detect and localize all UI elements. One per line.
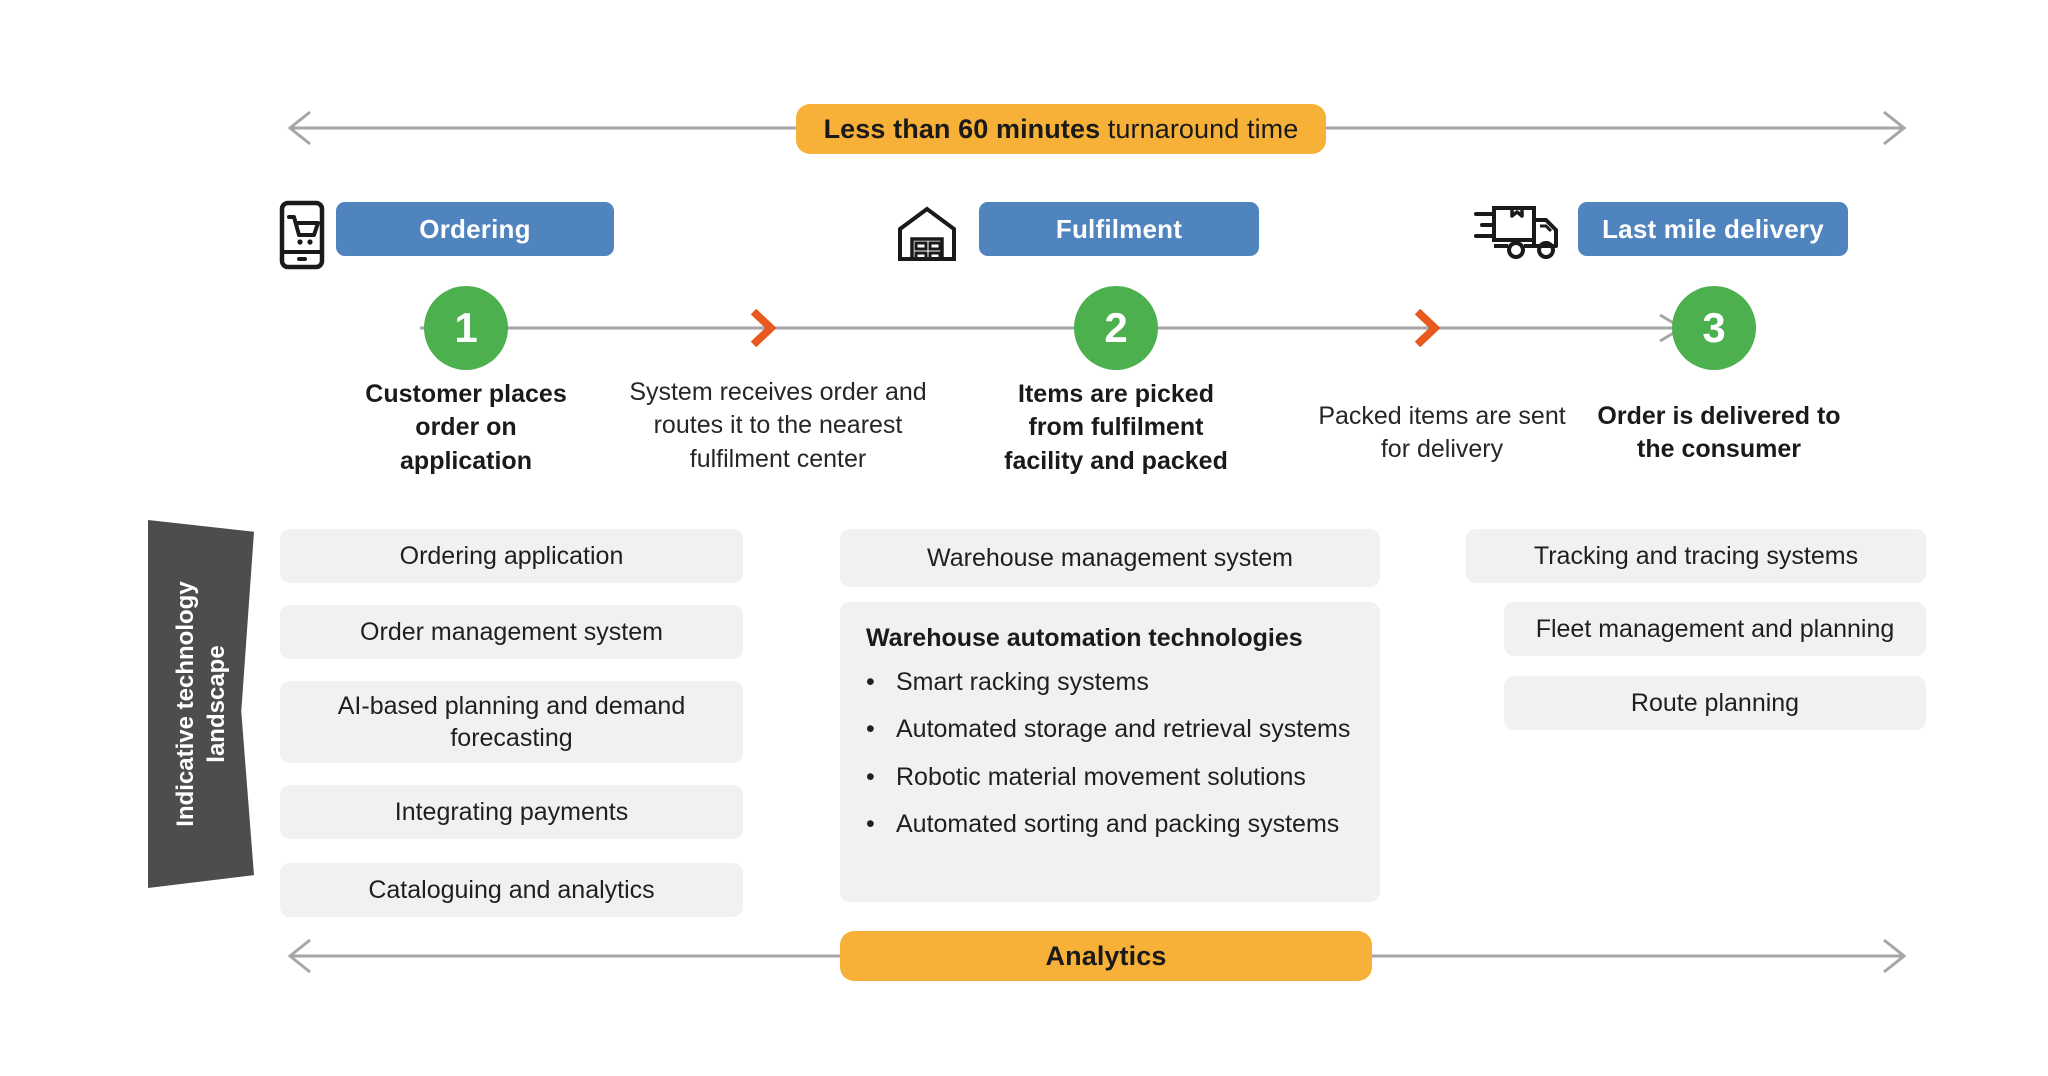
analytics-banner-label: Analytics	[1045, 940, 1167, 971]
step-circle-2[interactable]: 2	[1074, 286, 1158, 370]
warehouse-automation-bullet-3-label: Robotic material movement solutions	[896, 762, 1306, 791]
step-circle-1[interactable]: 1	[424, 286, 508, 370]
warehouse-automation-title: Warehouse automation technologies	[866, 624, 1303, 652]
indicative-technology-landscape-label: Indicative technology landscape	[171, 581, 230, 827]
tech-card-last-mile-3-label: Route planning	[1630, 688, 1800, 717]
step-number-3: 3	[1702, 304, 1726, 351]
tech-card-last-mile-1-label: Tracking and tracing systems	[1533, 541, 1859, 570]
tech-card-ordering-5[interactable]: Cataloguing and analytics	[280, 863, 743, 917]
tech-card-ordering-5-label: Cataloguing and analytics	[368, 875, 655, 904]
tech-card-last-mile-1[interactable]: Tracking and tracing systems	[1466, 529, 1926, 583]
tech-card-ordering-1[interactable]: Ordering application	[280, 529, 743, 583]
stage-pill-ordering[interactable]: Ordering	[336, 202, 614, 256]
process-flow-line	[420, 313, 1685, 343]
delivery-truck-icon	[1474, 206, 1558, 259]
step-number-1: 1	[454, 304, 478, 351]
connector-label-2: Packed items are sent for delivery	[1318, 402, 1566, 464]
tech-card-ordering-4[interactable]: Integrating payments	[280, 785, 743, 839]
stage-pill-ordering-label: Ordering	[419, 213, 531, 244]
warehouse-automation-bullet-2: • Automated storage and retrieval system…	[866, 714, 1354, 745]
mobile-cart-icon	[279, 200, 325, 270]
tech-card-last-mile-2-label: Fleet management and planning	[1535, 614, 1895, 643]
warehouse-automation-bullet-1-label: Smart racking systems	[896, 668, 1149, 696]
tech-card-ordering-4-label: Integrating payments	[394, 797, 629, 826]
stage-pill-last-mile[interactable]: Last mile delivery	[1578, 202, 1848, 256]
step-label-2: Items are picked from fulfilment facilit…	[1004, 380, 1228, 475]
warehouse-icon	[898, 206, 956, 261]
tech-card-ordering-2[interactable]: Order management system	[280, 605, 743, 659]
warehouse-automation-card[interactable]: Warehouse automation technologies • Smar…	[840, 602, 1380, 902]
flow-chevron-1-icon	[750, 308, 776, 348]
diagram-canvas: Less than 60 minutes turnaround time Ord…	[0, 0, 2048, 1076]
tech-card-ordering-3-label: AI-based planning and demand forecasting	[337, 691, 686, 753]
step-label-3: Order is delivered to the consumer	[1597, 402, 1841, 464]
tech-card-last-mile-2[interactable]: Fleet management and planning	[1504, 602, 1926, 656]
turnaround-banner-text: Less than 60 minutes turnaround time	[824, 114, 1299, 145]
bullet-icon: •	[866, 715, 875, 744]
warehouse-automation-bullet-2-label: Automated storage and retrieval systems	[896, 715, 1351, 744]
bullet-icon: •	[866, 668, 875, 696]
bullet-icon: •	[866, 762, 875, 791]
warehouse-automation-bullet-3: • Robotic material movement solutions	[866, 762, 1354, 793]
flow-chevron-2-icon	[1414, 308, 1440, 348]
tech-card-ordering-3[interactable]: AI-based planning and demand forecasting	[280, 681, 743, 763]
tech-card-ordering-2-label: Order management system	[360, 617, 663, 646]
step-label-1: Customer places order on application	[365, 380, 567, 475]
tech-card-ordering-1-label: Ordering application	[399, 541, 624, 570]
stage-pill-fulfilment[interactable]: Fulfilment	[979, 202, 1259, 256]
turnaround-banner-bold: Less than 60 minutes	[823, 113, 1101, 144]
warehouse-automation-bullet-4-label: Automated sorting and packing systems	[896, 809, 1340, 838]
analytics-banner: Analytics	[840, 931, 1372, 981]
connector-label-1: System receives order and routes it to t…	[629, 378, 927, 473]
warehouse-automation-bullet-4: • Automated sorting and packing systems	[866, 809, 1354, 840]
warehouse-automation-bullet-1: • Smart racking systems	[866, 667, 1354, 698]
stage-pill-last-mile-label: Last mile delivery	[1602, 213, 1824, 244]
tech-card-fulfilment-1[interactable]: Warehouse management system	[840, 529, 1380, 587]
stage-pill-fulfilment-label: Fulfilment	[1055, 213, 1183, 244]
step-number-2: 2	[1104, 304, 1128, 351]
step-circle-3[interactable]: 3	[1672, 286, 1756, 370]
tech-card-fulfilment-1-label: Warehouse management system	[927, 543, 1293, 572]
turnaround-banner: Less than 60 minutes turnaround time	[796, 104, 1326, 154]
bullet-icon: •	[866, 809, 875, 838]
indicative-technology-landscape-banner: Indicative technology landscape	[148, 520, 254, 888]
tech-card-last-mile-3[interactable]: Route planning	[1504, 676, 1926, 730]
turnaround-banner-rest: turnaround time	[1100, 113, 1299, 144]
